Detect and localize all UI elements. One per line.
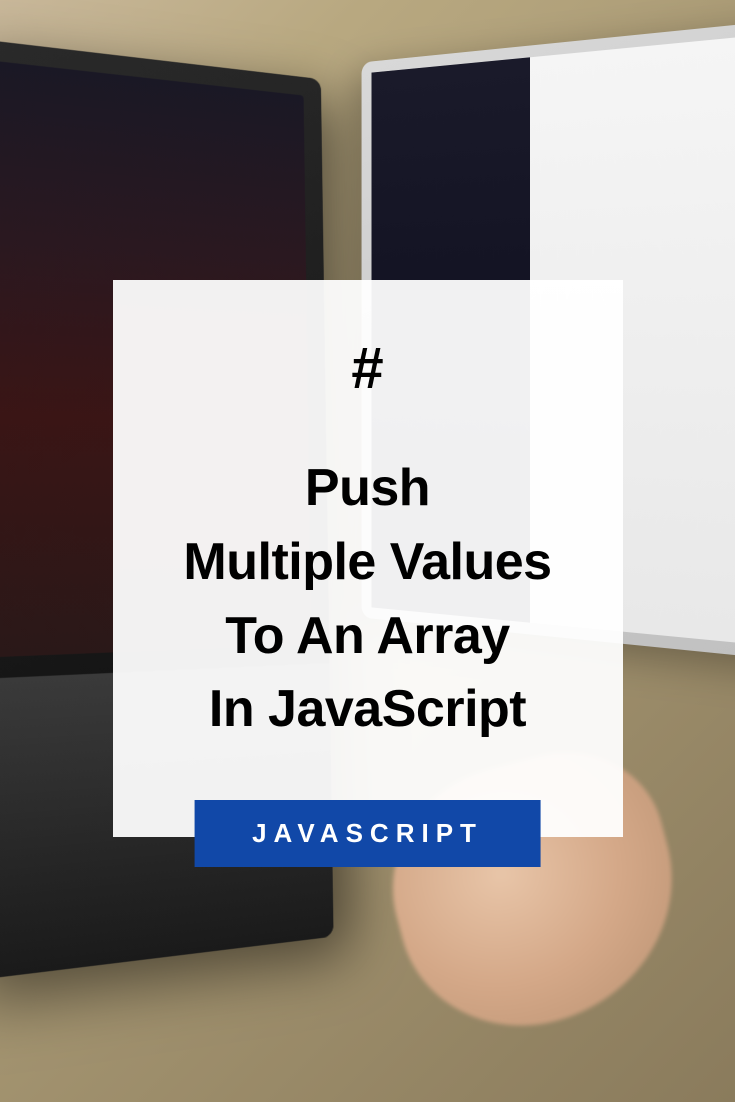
article-title: Push Multiple Values To An Array In Java… (143, 452, 593, 747)
category-badge: JAVASCRIPT (194, 800, 541, 867)
code-decoration (0, 101, 286, 130)
title-line-1: Push (305, 459, 430, 517)
content-card: # Push Multiple Values To An Array In Ja… (113, 280, 623, 837)
title-line-2: Multiple Values (183, 533, 551, 591)
title-line-3: To An Array (225, 607, 509, 665)
hash-icon: # (143, 335, 593, 402)
title-line-4: In JavaScript (209, 680, 526, 738)
